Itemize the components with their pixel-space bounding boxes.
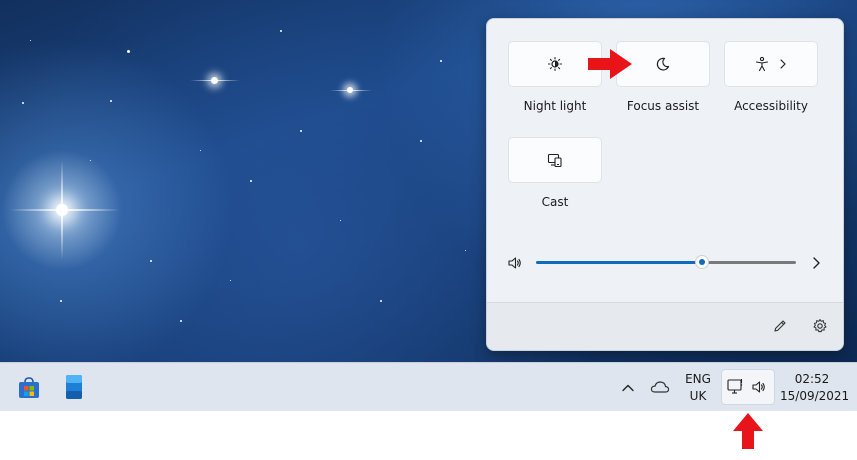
star <box>56 204 68 216</box>
star <box>230 280 231 281</box>
star <box>200 150 201 151</box>
star <box>347 87 353 93</box>
speaker-icon[interactable] <box>507 255 523 271</box>
star <box>380 300 382 302</box>
file-icon[interactable] <box>65 374 83 400</box>
star <box>300 130 302 132</box>
star <box>90 160 91 161</box>
cast-tile[interactable] <box>508 137 602 183</box>
volume-slider-thumb[interactable] <box>695 255 709 269</box>
volume-slider-track[interactable] <box>702 261 796 264</box>
chevron-right-icon <box>780 59 786 69</box>
pointer-arrow <box>588 49 632 79</box>
gear-icon[interactable] <box>812 318 828 334</box>
cast-label: Cast <box>541 195 569 209</box>
accessibility-tile[interactable] <box>724 41 818 87</box>
focus-assist-label: Focus assist <box>626 99 700 113</box>
cloud-icon[interactable] <box>650 380 670 394</box>
language-code[interactable]: ENG <box>682 372 714 387</box>
chevron-right-icon[interactable] <box>810 255 822 271</box>
language-region[interactable]: UK <box>682 389 714 404</box>
brightness-icon <box>547 56 563 72</box>
pointer-arrow <box>733 413 763 449</box>
volume-row <box>487 251 843 275</box>
accessibility-label: Accessibility <box>734 99 808 113</box>
night-light-label: Night light <box>523 99 587 113</box>
star <box>30 40 31 41</box>
star <box>211 77 218 84</box>
quick-settings-panel: Night light Focus assist Accessibility C… <box>486 18 844 351</box>
star <box>110 100 112 102</box>
star <box>127 50 130 53</box>
clock-date[interactable]: 15/09/2021 <box>780 389 849 404</box>
quick-settings-footer <box>487 302 843 350</box>
cast-icon <box>547 153 562 168</box>
network-icon <box>727 379 743 394</box>
star <box>60 300 62 302</box>
star <box>420 140 422 142</box>
star <box>465 250 466 251</box>
chevron-up-icon[interactable] <box>621 381 635 395</box>
taskbar: ENG UK 02:52 15/09/2021 <box>0 362 857 411</box>
accessibility-icon <box>755 56 769 72</box>
moon-icon <box>656 57 670 71</box>
store-icon[interactable] <box>17 376 41 400</box>
volume-slider-filled[interactable] <box>536 261 702 264</box>
star <box>180 320 182 322</box>
star <box>440 60 442 62</box>
pencil-icon[interactable] <box>772 318 788 334</box>
star <box>250 180 252 182</box>
star <box>280 30 282 32</box>
star <box>150 260 152 262</box>
star <box>22 102 24 104</box>
star <box>340 220 341 221</box>
clock-time[interactable]: 02:52 <box>780 372 844 387</box>
network-volume-button[interactable] <box>721 369 775 405</box>
speaker-icon <box>752 381 765 393</box>
